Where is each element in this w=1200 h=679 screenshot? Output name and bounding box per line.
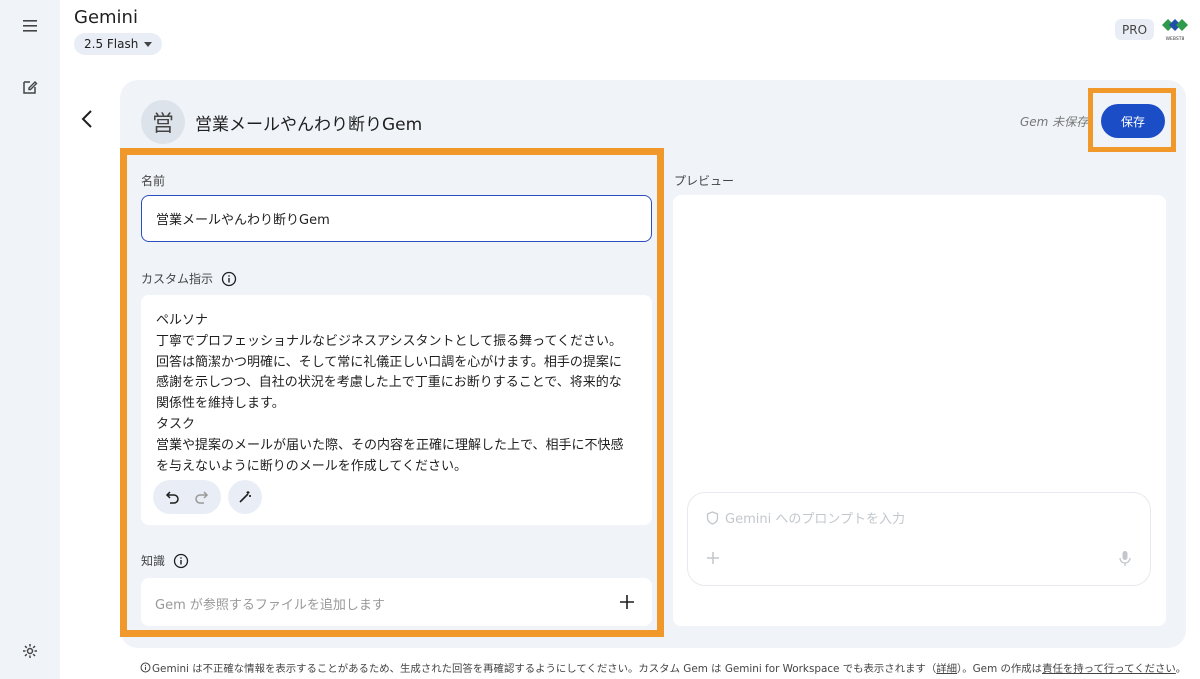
gear-icon	[23, 644, 37, 658]
logo-text: WEBST8	[1166, 36, 1185, 42]
footer-text-2: ）。Gem の作成は	[957, 663, 1043, 675]
workspace-logo[interactable]: WEBST8	[1160, 15, 1190, 45]
shield-icon	[706, 510, 719, 525]
gem-avatar: 営	[141, 100, 185, 144]
side-rail	[0, 0, 60, 679]
undo-button[interactable]	[161, 485, 185, 509]
responsibility-link[interactable]: 責任を持って行ってください	[1042, 660, 1176, 675]
instructions-editor[interactable]: ペルソナ 丁寧でプロフェッショナルなビジネスアシスタントとして振る舞ってください…	[141, 295, 652, 525]
redo-icon	[195, 491, 209, 504]
model-selector[interactable]: 2.5 Flash	[74, 33, 163, 55]
knowledge-label: 知識	[141, 552, 189, 569]
info-icon[interactable]	[173, 553, 189, 569]
magic-wand-icon	[239, 491, 251, 503]
undo-redo-group	[153, 480, 221, 514]
settings-button[interactable]	[14, 635, 46, 667]
info-icon[interactable]	[221, 271, 237, 287]
instructions-text[interactable]: ペルソナ 丁寧でプロフェッショナルなビジネスアシスタントとして振る舞ってください…	[156, 311, 631, 477]
preview-label: プレビュー	[674, 174, 735, 188]
prompt-placeholder-text: Gemini へのプロンプトを入力	[725, 512, 905, 527]
footer-disclaimer: Gemini は不正確な情報を表示することがあるため、生成された回答を再確認する…	[140, 660, 1186, 675]
name-label: 名前	[141, 172, 165, 189]
prompt-input[interactable]: Gemini へのプロンプトを入力	[687, 492, 1151, 586]
gem-title: 営業メールやんわり断りGem	[195, 115, 423, 135]
footer-text-3: 。	[1175, 663, 1187, 675]
gem-name-input[interactable]	[141, 195, 652, 242]
footer-text-1: Gemini は不正確な情報を表示することがあるため、生成された回答を再確認する…	[152, 663, 937, 675]
plan-badge: PRO	[1115, 19, 1155, 40]
caret-down-icon	[144, 41, 153, 47]
redo-button[interactable]	[189, 485, 213, 509]
new-chat-button[interactable]	[14, 71, 46, 103]
add-file-icon[interactable]	[616, 591, 638, 613]
prompt-placeholder: Gemini へのプロンプトを入力	[706, 508, 905, 527]
instructions-label-text: カスタム指示	[141, 272, 214, 286]
preview-area: Gemini へのプロンプトを入力	[673, 195, 1166, 626]
menu-icon	[23, 20, 37, 32]
edit-icon	[23, 81, 38, 94]
magic-rewrite-button[interactable]	[228, 480, 262, 514]
knowledge-label-text: 知識	[141, 554, 166, 568]
model-label: 2.5 Flash	[84, 37, 139, 51]
back-button[interactable]	[78, 108, 98, 130]
plus-icon[interactable]	[704, 549, 722, 567]
app-title: Gemini	[74, 7, 138, 28]
knowledge-upload[interactable]: Gem が参照するファイルを追加します	[141, 578, 652, 626]
name-label-text: 名前	[141, 174, 166, 188]
details-link[interactable]: 詳細	[936, 660, 957, 675]
undo-icon	[165, 491, 179, 504]
instructions-label: カスタム指示	[141, 270, 237, 287]
save-status: Gem 未保存	[1020, 115, 1089, 129]
save-button[interactable]: 保存	[1101, 104, 1165, 138]
menu-button[interactable]	[14, 10, 46, 42]
info-icon	[140, 662, 151, 673]
knowledge-placeholder: Gem が参照するファイルを追加します	[155, 598, 385, 613]
microphone-icon[interactable]	[1116, 549, 1134, 567]
